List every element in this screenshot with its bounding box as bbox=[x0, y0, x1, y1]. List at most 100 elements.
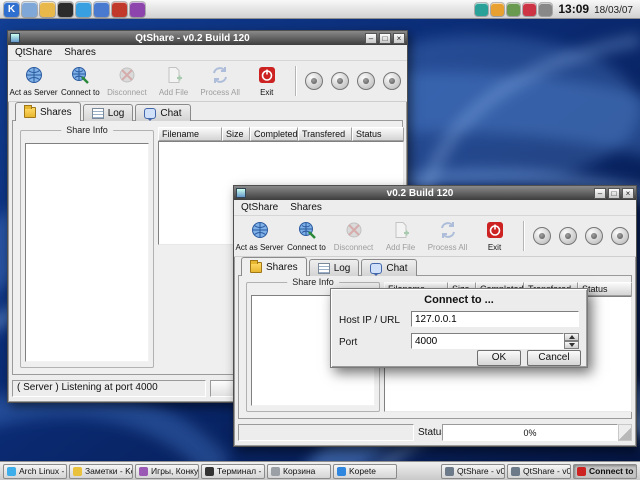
media-player-icon[interactable] bbox=[130, 1, 145, 17]
column-status[interactable]: Status bbox=[352, 127, 404, 141]
disconnect-icon bbox=[117, 65, 137, 87]
round-toolbar-button-1[interactable] bbox=[533, 227, 551, 245]
round-toolbar-button-3[interactable] bbox=[585, 227, 603, 245]
round-toolbar-button-4[interactable] bbox=[611, 227, 629, 245]
taskbar-item[interactable]: QtShare - v0.2 B bbox=[507, 463, 571, 479]
menubar: QtShare Shares bbox=[234, 200, 636, 216]
column-filename[interactable]: Filename bbox=[158, 127, 222, 141]
taskbar-item[interactable]: QtShare - v0.2 B bbox=[441, 463, 505, 479]
spin-down-icon[interactable] bbox=[564, 341, 579, 349]
taskbar-item[interactable]: Заметки - Kon... bbox=[69, 463, 133, 479]
tab-shares[interactable]: Shares bbox=[15, 102, 81, 121]
tab-label: Log bbox=[107, 107, 125, 119]
folder-icon bbox=[24, 104, 36, 118]
column-size[interactable]: Size bbox=[222, 127, 250, 141]
taskbar: Arch Linux - K... Заметки - Kon... Игры,… bbox=[0, 461, 640, 480]
round-toolbar-button-3[interactable] bbox=[357, 72, 376, 90]
konsole-icon[interactable] bbox=[58, 1, 73, 17]
minimize-button[interactable]: – bbox=[594, 187, 606, 199]
tab-chat[interactable]: Chat bbox=[135, 104, 191, 121]
organizer-icon[interactable] bbox=[507, 2, 521, 16]
taskbar-item-label: QtShare - v0.2 B bbox=[457, 466, 505, 476]
menu-qtshare[interactable]: QtShare bbox=[241, 202, 278, 213]
tab-log[interactable]: Log bbox=[82, 104, 134, 121]
process-all-button[interactable]: Process All bbox=[424, 217, 471, 255]
add-file-button[interactable]: Add File bbox=[150, 62, 197, 100]
taskbar-item[interactable]: Kopete bbox=[333, 463, 397, 479]
kmail-icon[interactable] bbox=[94, 1, 109, 17]
connect-dialog: Connect to ... Host IP / URL Port OK Can… bbox=[330, 288, 588, 368]
close-button[interactable]: × bbox=[393, 32, 405, 44]
tab-shares[interactable]: Shares bbox=[241, 257, 307, 276]
taskbar-item[interactable]: Терминал - Ko... bbox=[201, 463, 265, 479]
cancel-button[interactable]: Cancel bbox=[527, 350, 581, 366]
host-input[interactable] bbox=[411, 311, 579, 327]
home-folder-icon[interactable] bbox=[40, 1, 55, 17]
round-toolbar-button-2[interactable] bbox=[559, 227, 577, 245]
taskbar-item[interactable]: Корзина bbox=[267, 463, 331, 479]
k-menu-icon[interactable] bbox=[4, 1, 19, 17]
minimize-button[interactable]: – bbox=[365, 32, 377, 44]
kwrite-icon[interactable] bbox=[112, 1, 127, 17]
process-all-icon bbox=[438, 220, 458, 242]
maximize-button[interactable]: □ bbox=[608, 187, 620, 199]
ok-button[interactable]: OK bbox=[477, 350, 521, 366]
taskbar-item-label: Kopete bbox=[349, 466, 376, 476]
desktop: 13:09 18/03/07 QtShare - v0.2 Build 120 … bbox=[0, 0, 640, 480]
toolbar-button-label: Exit bbox=[487, 243, 502, 252]
taskbar-item-active[interactable]: Connect to ... bbox=[573, 463, 637, 479]
menu-qtshare[interactable]: QtShare bbox=[15, 47, 52, 58]
connect-to-button[interactable]: Connect to bbox=[57, 62, 104, 100]
show-desktop-icon[interactable] bbox=[22, 1, 37, 17]
column-completed[interactable]: Completed bbox=[250, 127, 298, 141]
top-panel: 13:09 18/03/07 bbox=[0, 0, 640, 19]
share-info-groupbox: Share Info bbox=[20, 125, 154, 368]
konqueror-icon[interactable] bbox=[76, 1, 91, 17]
act-as-server-button[interactable]: Act as Server bbox=[10, 62, 58, 100]
connect-to-button[interactable]: Connect to bbox=[283, 217, 330, 255]
taskbar-item[interactable]: Игры, Конкуре... bbox=[135, 463, 199, 479]
taskbar-item[interactable]: Arch Linux - K... bbox=[3, 463, 67, 479]
progress-bar: 0% bbox=[442, 424, 618, 441]
act-as-server-button[interactable]: Act as Server bbox=[236, 217, 284, 255]
connect-dialog-icon bbox=[577, 466, 586, 476]
status-message bbox=[238, 424, 414, 441]
resize-grip[interactable] bbox=[618, 424, 632, 441]
disconnect-button[interactable]: Disconnect bbox=[330, 217, 377, 255]
column-transfered[interactable]: Transfered bbox=[298, 127, 352, 141]
add-file-icon bbox=[164, 65, 184, 87]
menu-shares[interactable]: Shares bbox=[290, 202, 322, 213]
taskbar-item-label: QtShare - v0.2 B bbox=[523, 466, 571, 476]
volume-icon[interactable] bbox=[491, 2, 505, 16]
taskbar-item-label: Терминал - Ko... bbox=[217, 466, 264, 476]
close-button[interactable]: × bbox=[622, 187, 634, 199]
display-icon[interactable] bbox=[539, 2, 553, 16]
add-file-button[interactable]: Add File bbox=[377, 217, 424, 255]
taskbar-item-label: Connect to ... bbox=[589, 466, 636, 476]
port-input[interactable] bbox=[411, 333, 564, 349]
connect-globe-icon bbox=[297, 220, 317, 242]
tab-log[interactable]: Log bbox=[308, 259, 360, 276]
clock[interactable]: 13:09 18/03/07 bbox=[555, 2, 636, 16]
exit-button[interactable]: Exit bbox=[243, 62, 290, 100]
spin-up-icon[interactable] bbox=[564, 333, 579, 341]
tab-label: Shares bbox=[266, 261, 298, 273]
titlebar[interactable]: v0.2 Build 120 – □ × bbox=[234, 186, 636, 200]
klipper-icon[interactable] bbox=[475, 2, 489, 16]
menu-shares[interactable]: Shares bbox=[64, 47, 96, 58]
titlebar[interactable]: QtShare - v0.2 Build 120 – □ × bbox=[8, 31, 407, 45]
exit-button[interactable]: Exit bbox=[471, 217, 518, 255]
tab-chat[interactable]: Chat bbox=[361, 259, 417, 276]
maximize-button[interactable]: □ bbox=[379, 32, 391, 44]
disconnect-button[interactable]: Disconnect bbox=[104, 62, 151, 100]
games-icon bbox=[139, 466, 148, 476]
round-toolbar-button-2[interactable] bbox=[331, 72, 350, 90]
share-info-list[interactable] bbox=[25, 143, 149, 362]
status-message: ( Server ) Listening at port 4000 bbox=[12, 380, 206, 397]
process-all-button[interactable]: Process All bbox=[197, 62, 244, 100]
amarok-icon[interactable] bbox=[523, 2, 537, 16]
toolbar-button-label: Connect to bbox=[60, 88, 100, 97]
toolbar: Act as Server Connect to Disconnect Add … bbox=[8, 61, 407, 102]
round-toolbar-button-1[interactable] bbox=[305, 72, 324, 90]
round-toolbar-button-4[interactable] bbox=[383, 72, 402, 90]
